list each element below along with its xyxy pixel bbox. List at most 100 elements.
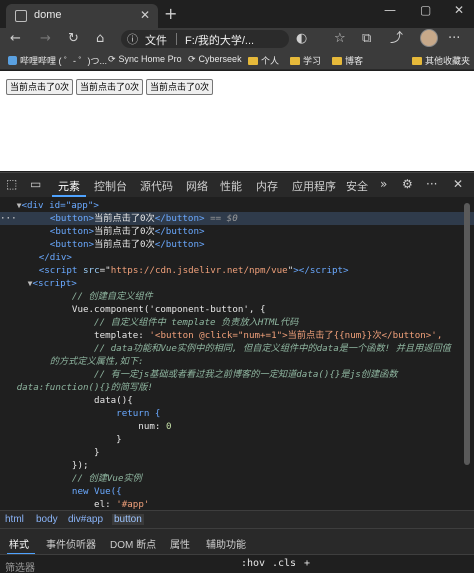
share-icon[interactable]: ⤴ xyxy=(390,31,403,47)
tab-memory[interactable]: 内存 xyxy=(256,178,278,194)
breadcrumb: html body div#app button xyxy=(0,510,474,528)
breadcrumb-button[interactable]: button xyxy=(112,514,144,525)
bookmark-sync-home-pro[interactable]: ⟳ Sync Home Pro xyxy=(108,54,182,65)
address-separator xyxy=(176,33,177,45)
dom-tag: <button> xyxy=(49,213,95,224)
close-tab-icon[interactable]: ✕ xyxy=(140,8,150,22)
dom-line[interactable]: ▼<script> xyxy=(0,277,474,290)
breadcrumb-div-app[interactable]: div#app xyxy=(68,514,103,525)
hov-button[interactable]: :hov xyxy=(241,558,265,569)
code-comment: 的方式定义属性,如下: xyxy=(49,356,144,367)
code-text: } xyxy=(116,434,122,445)
breadcrumb-html[interactable]: html xyxy=(5,514,24,525)
code-line: el: '#app' xyxy=(0,498,474,510)
bookmark-label: Sync Home Pro xyxy=(118,54,182,64)
code-comment: // 有一定js基础或者看过我之前博客的一定知道data(){}是js创建函数 xyxy=(94,369,398,380)
refresh-icon[interactable]: ↻ xyxy=(68,31,79,47)
tab-dom-breakpoints[interactable]: DOM 断点 xyxy=(110,536,156,551)
dom-line[interactable]: <script src="https://cdn.jsdelivr.net/np… xyxy=(0,264,474,277)
scrollbar[interactable] xyxy=(464,203,470,465)
extension-icon[interactable]: ◐ xyxy=(296,31,307,47)
tab-accessibility[interactable]: 辅助功能 xyxy=(206,536,246,551)
code-line: num: 0 xyxy=(0,420,474,433)
dom-tag: </button> xyxy=(154,213,205,224)
info-icon[interactable]: ⓘ xyxy=(127,31,138,47)
more-tabs-icon[interactable]: » xyxy=(380,177,387,191)
address-url[interactable]: F:/我的大学/... xyxy=(185,32,254,48)
tab-performance[interactable]: 性能 xyxy=(220,178,242,194)
close-window-icon[interactable]: ✕ xyxy=(454,3,464,17)
code-text: num: xyxy=(138,421,166,432)
browser-tab[interactable]: dome ✕ xyxy=(6,4,158,28)
code-line: data(){ xyxy=(0,394,474,407)
dom-line[interactable]: ▼<div id="app"> xyxy=(0,199,474,212)
tab-sources[interactable]: 源代码 xyxy=(140,178,173,194)
add-style-rule-button[interactable]: + xyxy=(304,558,310,569)
code-line: Vue.component('component-button', { xyxy=(0,303,474,316)
bookmark-folder-personal[interactable]: 个人 xyxy=(248,54,279,67)
code-line: // 有一定js基础或者看过我之前博客的一定知道data(){}是js创建函数 xyxy=(0,368,474,381)
address-bar[interactable]: ⓘ 文件 F:/我的大学/... xyxy=(121,30,289,48)
devtools-tab-bar: ⬚ ▭ 元素 控制台 源代码 网络 性能 内存 应用程序 安全 » ⚙ ··· … xyxy=(0,172,474,197)
more-options-icon[interactable]: ··· xyxy=(426,177,437,191)
bookmark-cyberseek[interactable]: ⟳ Cyberseek xyxy=(188,54,242,65)
styles-tab-bar: 样式 事件侦听器 DOM 断点 属性 辅助功能 xyxy=(0,528,474,555)
dom-tag: <div id="app"> xyxy=(21,200,99,211)
address-scheme-label: 文件 xyxy=(145,35,167,47)
minimize-icon[interactable]: — xyxy=(384,3,396,17)
counter-button[interactable]: 当前点击了0次 xyxy=(76,79,144,95)
counter-button[interactable]: 当前点击了0次 xyxy=(6,79,74,95)
folder-icon xyxy=(248,57,258,65)
collections-icon[interactable]: ⧉ xyxy=(362,31,371,47)
cls-button[interactable]: .cls xyxy=(272,558,296,569)
code-text: }); xyxy=(71,460,89,471)
gear-icon[interactable]: ⚙ xyxy=(402,177,413,191)
title-bar: dome ✕ + — ▢ ✕ xyxy=(0,0,474,28)
code-line: } xyxy=(0,433,474,446)
browser-toolbar: ← → ↻ ⌂ ⓘ 文件 F:/我的大学/... ◐ ☆ ⧉ ⤴ ··· xyxy=(0,28,474,50)
maximize-icon[interactable]: ▢ xyxy=(420,3,431,17)
bookmark-folder-blog[interactable]: 博客 xyxy=(332,54,363,67)
tab-properties[interactable]: 属性 xyxy=(170,536,190,551)
code-string: '#app' xyxy=(116,499,150,510)
dom-tag: </div> xyxy=(38,252,72,263)
counter-button[interactable]: 当前点击了0次 xyxy=(146,79,214,95)
bilibili-icon xyxy=(8,56,17,65)
code-comment: // data功能和Vue实例中的相同, 但自定义组件中的data是一个函数! … xyxy=(94,343,451,354)
breadcrumb-body[interactable]: body xyxy=(36,514,58,525)
styles-filter-row: 筛选器 :hov .cls + xyxy=(0,554,474,573)
bookmark-bilibili[interactable]: 哔哩哔哩 ( ゜- ゜)つ... xyxy=(8,54,107,67)
bookmark-folder-study[interactable]: 学习 xyxy=(290,54,321,67)
home-icon[interactable]: ⌂ xyxy=(96,31,104,47)
more-icon[interactable]: ··· xyxy=(448,31,460,47)
dom-line[interactable]: <button>当前点击了0次</button> xyxy=(0,238,474,251)
new-tab-button[interactable]: + xyxy=(164,4,177,23)
bookmark-folder-other[interactable]: 其他收藏夹 xyxy=(412,54,470,67)
forward-icon[interactable]: → xyxy=(40,31,51,47)
code-comment: // 自定义组件中 template 负责放入HTML代码 xyxy=(94,317,299,328)
filter-input[interactable]: 筛选器 xyxy=(5,559,35,573)
tab-network[interactable]: 网络 xyxy=(186,178,208,194)
dom-line[interactable]: </div> xyxy=(0,251,474,264)
inspect-icon[interactable]: ⬚ xyxy=(6,177,17,191)
tab-elements[interactable]: 元素 xyxy=(58,178,80,194)
dom-tag: <script> xyxy=(32,278,77,289)
tab-console[interactable]: 控制台 xyxy=(94,178,127,194)
code-text: Vue.component('component-button', { xyxy=(71,304,266,315)
script-src[interactable]: https://cdn.jsdelivr.net/npm/vue xyxy=(111,265,288,276)
back-icon[interactable]: ← xyxy=(10,31,21,47)
favorites-icon[interactable]: ☆ xyxy=(334,31,346,47)
close-devtools-icon[interactable]: ✕ xyxy=(453,177,463,191)
dom-line-selected[interactable]: ··· <button>当前点击了0次</button> == $0 xyxy=(0,212,474,225)
folder-icon xyxy=(332,57,342,65)
bookmark-label: 个人 xyxy=(261,56,280,66)
dom-line[interactable]: <button>当前点击了0次</button> xyxy=(0,225,474,238)
tab-application[interactable]: 应用程序 xyxy=(292,178,336,194)
tab-styles[interactable]: 样式 xyxy=(9,536,29,551)
bookmark-label: 哔哩哔哩 ( ゜- ゜)つ... xyxy=(20,56,107,66)
elements-panel: ▼<div id="app"> ··· <button>当前点击了0次</but… xyxy=(0,197,474,510)
tab-security[interactable]: 安全 xyxy=(346,178,368,194)
device-toolbar-icon[interactable]: ▭ xyxy=(30,177,41,191)
avatar[interactable] xyxy=(420,29,438,47)
tab-event-listeners[interactable]: 事件侦听器 xyxy=(46,536,96,551)
